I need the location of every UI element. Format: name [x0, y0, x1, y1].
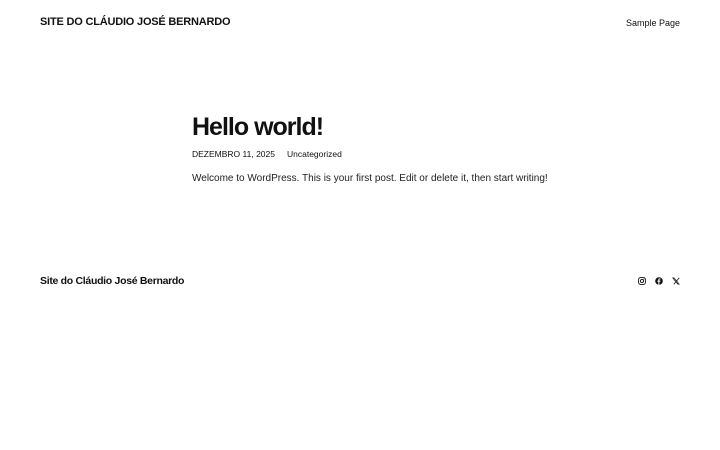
site-title-link[interactable]: SITE DO CLÁUDIO JOSÉ BERNARDO	[40, 16, 231, 28]
post-title[interactable]: Hello world!	[192, 110, 592, 144]
site-footer: Site do Cláudio José Bernardo	[40, 273, 680, 289]
x-link[interactable]	[672, 277, 680, 285]
social-links	[638, 277, 680, 285]
primary-nav: Sample Page	[626, 13, 680, 31]
facebook-icon	[655, 277, 663, 285]
facebook-link[interactable]	[655, 277, 663, 285]
post-meta: DEZEMBRO 11, 2025 Uncategorized	[192, 149, 592, 159]
post: Hello world! DEZEMBRO 11, 2025 Uncategor…	[192, 110, 592, 196]
instagram-icon	[638, 277, 646, 285]
post-date[interactable]: DEZEMBRO 11, 2025	[192, 149, 275, 159]
post-content: Welcome to WordPress. This is your first…	[192, 173, 548, 184]
site-header: SITE DO CLÁUDIO JOSÉ BERNARDO Sample Pag…	[40, 14, 680, 30]
footer-site-title-link[interactable]: Site do Cláudio José Bernardo	[40, 275, 184, 287]
nav-item-sample-page[interactable]: Sample Page	[626, 18, 680, 28]
post-category-link[interactable]: Uncategorized	[287, 149, 342, 159]
x-icon	[672, 277, 680, 285]
page: SITE DO CLÁUDIO JOSÉ BERNARDO Sample Pag…	[0, 0, 720, 450]
instagram-link[interactable]	[638, 277, 646, 285]
